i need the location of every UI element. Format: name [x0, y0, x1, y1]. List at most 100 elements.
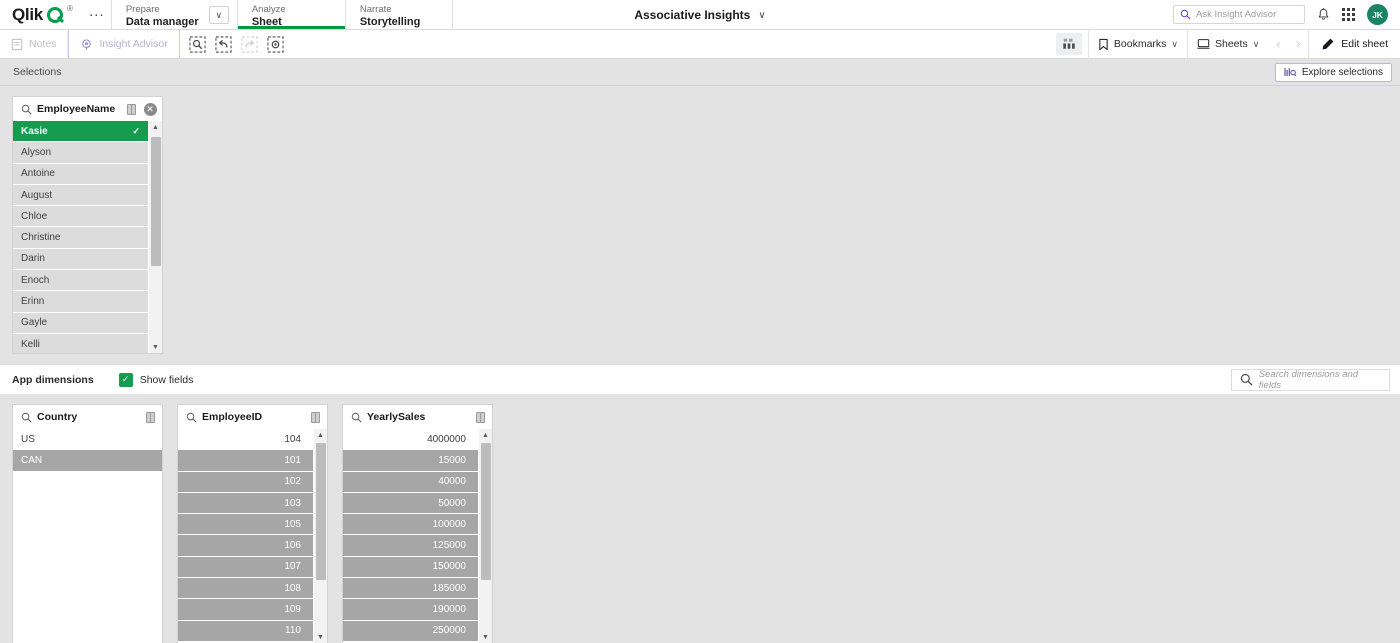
search-icon[interactable] — [21, 104, 32, 115]
list-item[interactable]: 106 — [178, 535, 313, 557]
sheets-button[interactable]: Sheets ∨ — [1187, 30, 1268, 58]
scroll-up-icon[interactable]: ▲ — [149, 121, 163, 133]
scroll-down-icon[interactable]: ▼ — [149, 341, 163, 353]
list-item[interactable]: 250000 — [343, 620, 478, 642]
listbox-title-yearlysales: YearlySales — [367, 411, 426, 423]
list-item[interactable]: August — [13, 184, 148, 207]
chevron-down-icon[interactable]: ∨ — [208, 6, 229, 24]
step-forward-selection-icon — [238, 33, 262, 55]
clear-selection-icon[interactable]: ✕ — [143, 102, 157, 116]
list-item[interactable]: 109 — [178, 599, 313, 621]
scrollbar-track[interactable] — [314, 441, 328, 631]
list-item[interactable]: Kasie ✓ — [13, 121, 148, 143]
scrollbar-thumb[interactable] — [315, 442, 326, 580]
listbox-segment-icon[interactable] — [473, 410, 487, 424]
insight-advisor-search[interactable]: Ask Insight Advisor — [1173, 5, 1305, 24]
list-item[interactable]: 102 — [178, 471, 313, 493]
listbox-segment-icon[interactable] — [308, 410, 322, 424]
search-icon[interactable] — [351, 412, 362, 423]
scrollbar-employeeid[interactable]: ▲ ▼ — [313, 429, 327, 643]
list-item[interactable]: 105 — [178, 514, 313, 536]
grid-apps-icon[interactable] — [1342, 8, 1355, 21]
list-item[interactable]: CAN — [13, 450, 162, 472]
data-load-editor-icon[interactable] — [1055, 33, 1082, 55]
scroll-up-icon[interactable]: ▲ — [479, 429, 493, 441]
show-fields-checkbox[interactable]: ✓ Show fields — [118, 372, 193, 387]
list-item[interactable]: Darin — [13, 248, 148, 271]
list-item[interactable]: Alyson — [13, 142, 148, 164]
listbox-title-employeename: EmployeeName — [37, 103, 116, 115]
list-item-label: 50000 — [438, 497, 466, 509]
list-item[interactable]: 103 — [178, 492, 313, 515]
list-item[interactable]: 40000 — [343, 471, 478, 493]
list-item[interactable]: 150000 — [343, 556, 478, 579]
insight-advisor-search-placeholder: Ask Insight Advisor — [1196, 9, 1277, 20]
notes-button[interactable]: Notes — [0, 30, 69, 58]
list-item-label: 108 — [284, 582, 301, 594]
edit-sheet-button[interactable]: Edit sheet — [1308, 30, 1392, 58]
checkbox-checked-icon: ✓ — [118, 372, 133, 387]
list-item[interactable]: 4000000 — [343, 429, 478, 451]
list-item[interactable]: 125000 — [343, 535, 478, 557]
list-item[interactable]: Chloe — [13, 206, 148, 228]
list-item[interactable]: Antoine — [13, 163, 148, 185]
scroll-up-icon[interactable]: ▲ — [314, 429, 328, 441]
list-item[interactable]: 104 — [178, 429, 313, 451]
chevron-left-icon: ‹ — [1276, 37, 1281, 51]
explore-selections-button[interactable]: Explore selections — [1274, 62, 1392, 82]
scrollbar-track[interactable] — [479, 441, 493, 631]
insight-advisor-button[interactable]: Insight Advisor — [68, 30, 180, 58]
search-input[interactable]: Search dimensions and fields — [1231, 368, 1390, 391]
overflow-menu-button[interactable]: ... — [83, 0, 111, 29]
selections-bar-label: Selections — [13, 66, 62, 78]
list-item[interactable]: 108 — [178, 578, 313, 600]
qlik-logo[interactable]: Qlik ® — [0, 0, 83, 29]
clear-all-selections-icon[interactable] — [264, 33, 288, 55]
list-item[interactable]: 110 — [178, 620, 313, 642]
app-title-chevron-down-icon[interactable]: ∨ — [758, 10, 765, 21]
list-item[interactable]: US — [13, 429, 162, 451]
bookmarks-button[interactable]: Bookmarks ∨ — [1087, 30, 1187, 58]
edit-sheet-label: Edit sheet — [1341, 38, 1388, 50]
scrollbar-employeename[interactable]: ▲ ▼ — [148, 121, 162, 353]
search-icon[interactable] — [186, 412, 197, 423]
list-item[interactable]: 101 — [178, 450, 313, 472]
list-item[interactable]: 50000 — [343, 492, 478, 515]
step-back-selection-icon[interactable] — [212, 33, 236, 55]
scrollbar-thumb[interactable] — [150, 137, 161, 267]
list-item[interactable]: 107 — [178, 556, 313, 579]
scrollbar-yearlysales[interactable]: ▲ ▼ — [478, 429, 492, 643]
list-item[interactable]: Enoch — [13, 270, 148, 292]
list-item[interactable]: 100000 — [343, 514, 478, 536]
bookmarks-chevron-down-icon: ∨ — [1171, 38, 1178, 49]
selection-tools-group — [180, 30, 288, 58]
search-icon — [1180, 9, 1191, 20]
list-item[interactable]: 15000 — [343, 450, 478, 472]
bell-icon[interactable] — [1317, 7, 1330, 22]
selection-search-icon[interactable] — [186, 33, 210, 55]
list-item-label: August — [21, 189, 53, 201]
listbox-header-country: Country — [13, 405, 162, 429]
list-item-label: Alyson — [21, 146, 52, 158]
scrollbar-thumb[interactable] — [480, 442, 491, 580]
nav-tab-narrate[interactable]: Narrate Storytelling — [344, 0, 453, 29]
search-icon[interactable] — [21, 412, 32, 423]
check-icon: ✓ — [132, 125, 140, 136]
nav-tab-analyze[interactable]: Analyze Sheet — [236, 0, 345, 29]
list-item[interactable]: 190000 — [343, 599, 478, 621]
scroll-down-icon[interactable]: ▼ — [479, 631, 493, 643]
nav-tab-prepare[interactable]: Prepare Data manager ∨ — [110, 0, 237, 29]
list-item[interactable]: Erinn — [13, 291, 148, 313]
list-item[interactable]: Christine — [13, 227, 148, 249]
listbox-segment-icon[interactable] — [124, 102, 138, 116]
avatar[interactable]: JK — [1367, 4, 1388, 25]
list-item[interactable]: Gayle — [13, 312, 148, 334]
notes-icon — [11, 38, 23, 50]
list-item[interactable]: Kelli — [13, 333, 148, 353]
app-title[interactable]: Associative Insights — [634, 8, 750, 22]
list-item-label: Chloe — [21, 210, 48, 222]
scrollbar-track[interactable] — [149, 133, 163, 341]
list-item[interactable]: 185000 — [343, 578, 478, 600]
listbox-segment-icon[interactable] — [143, 410, 157, 424]
scroll-down-icon[interactable]: ▼ — [314, 631, 328, 643]
